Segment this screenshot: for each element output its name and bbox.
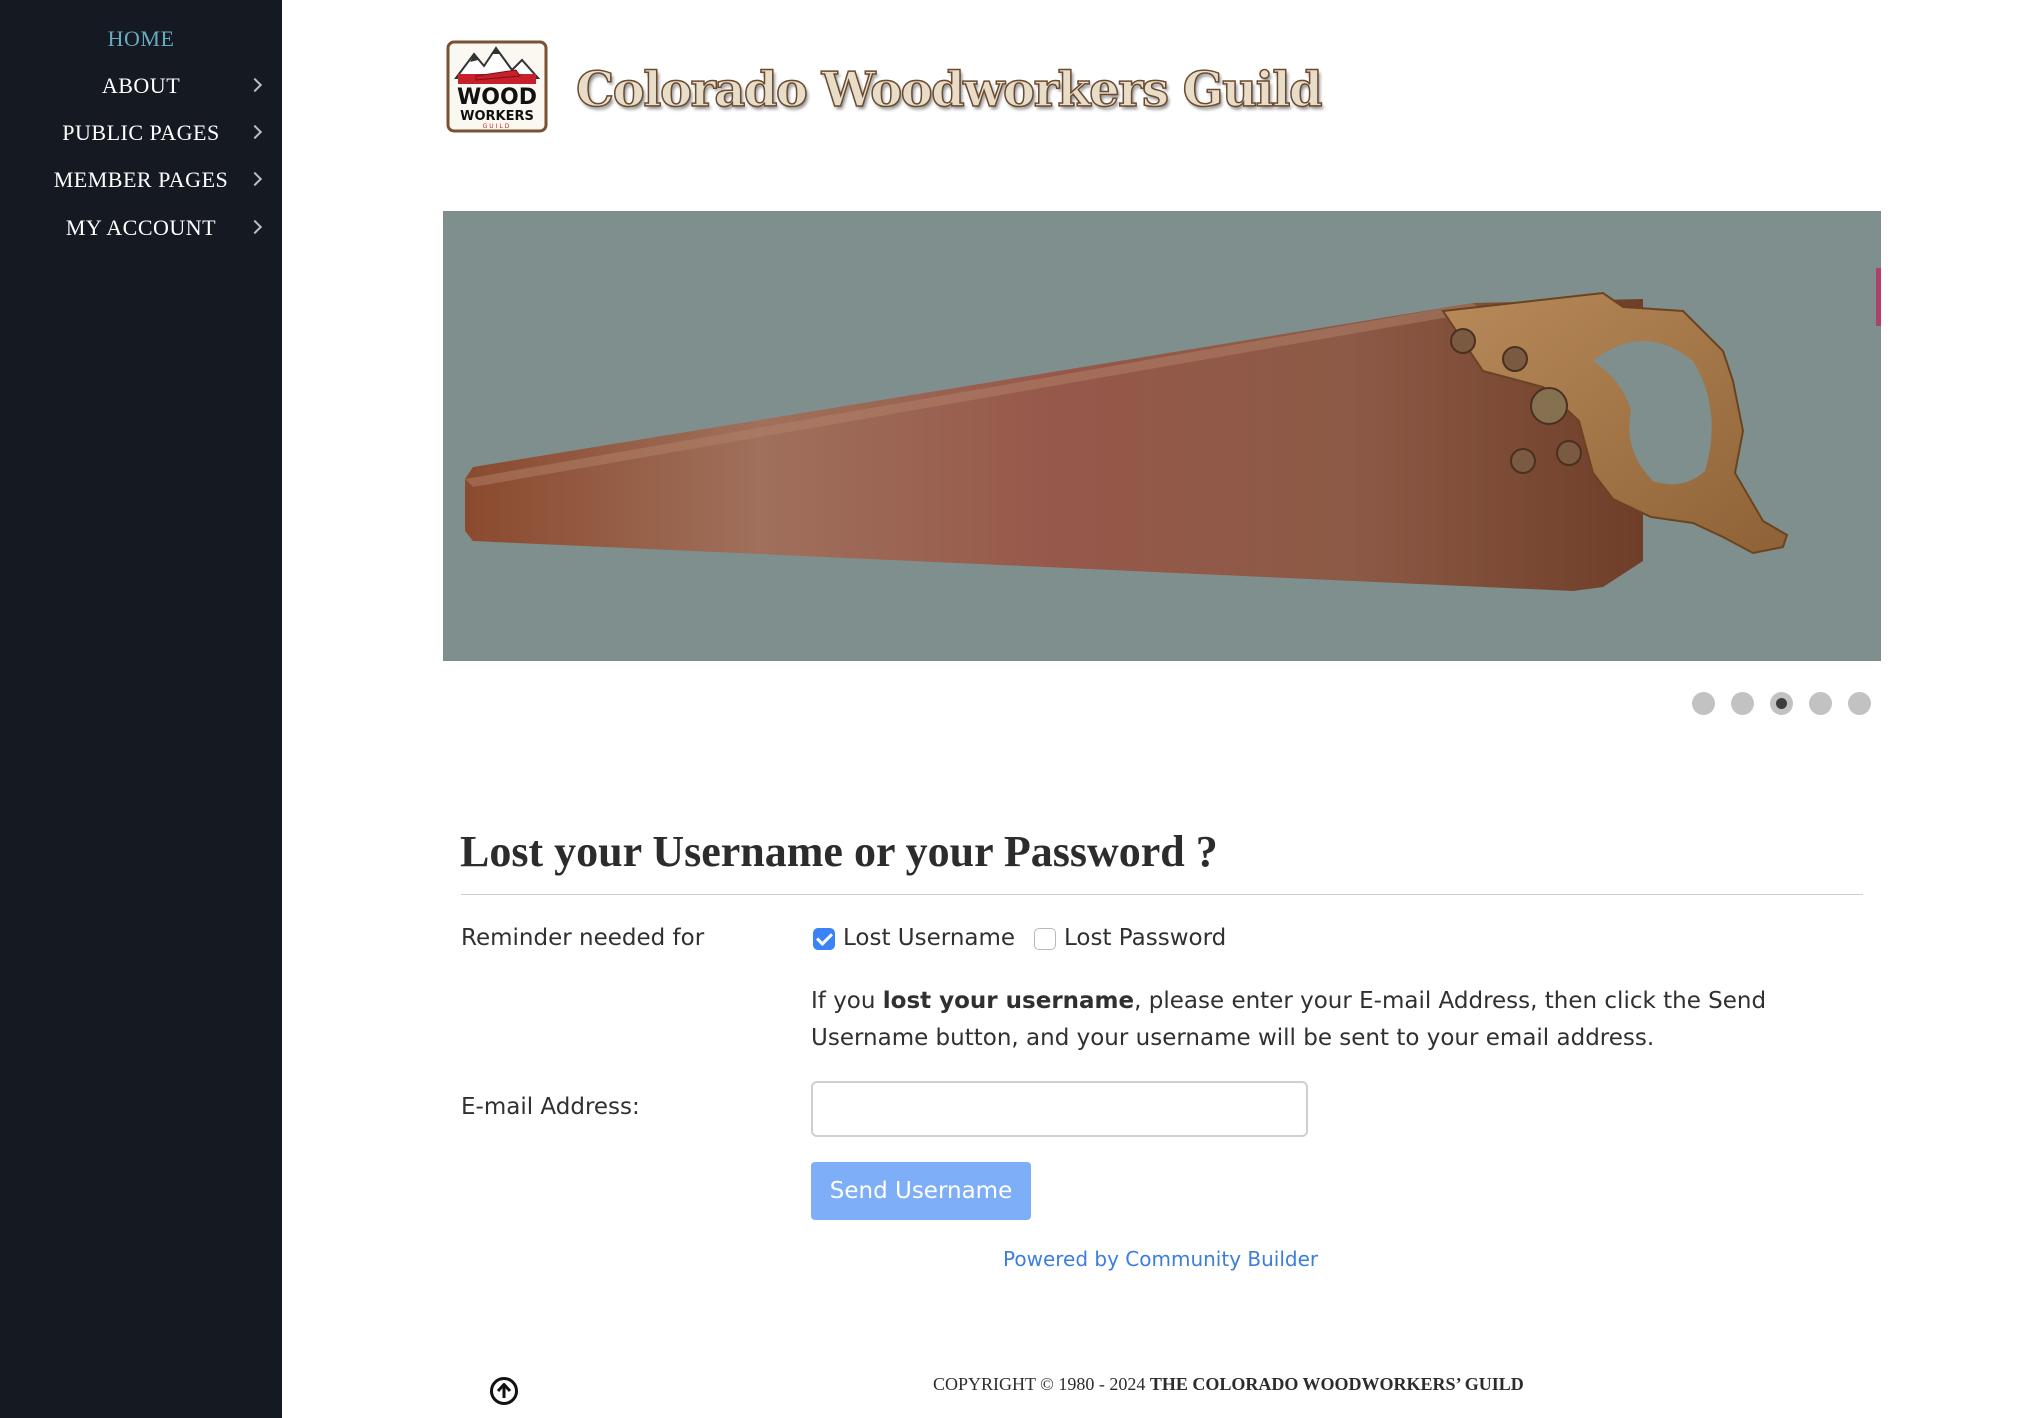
copyright-prefix: COPYRIGHT © 1980 - 2024 (933, 1374, 1150, 1394)
slider-dot-1[interactable] (1692, 692, 1715, 715)
chevron-right-icon (247, 77, 263, 93)
email-label: E-mail Address: (461, 1094, 640, 1120)
sidebar-item-about[interactable]: ABOUT (0, 66, 282, 106)
email-field[interactable] (811, 1081, 1308, 1137)
lost-password-checkbox[interactable] (1034, 928, 1056, 950)
guild-badge-logo: WOOD WORKERS GUILD (446, 40, 548, 133)
help-text: If you lost your username, please enter … (811, 983, 1871, 1057)
sidebar-item-label: PUBLIC PAGES (62, 120, 220, 145)
lost-password-label[interactable]: Lost Password (1064, 925, 1226, 951)
copyright-org: THE COLORADO WOODWORKERS’ GUILD (1149, 1374, 1524, 1394)
slider-dot-4[interactable] (1809, 692, 1832, 715)
reminder-label: Reminder needed for (461, 925, 705, 951)
slider-edge-marker (1876, 268, 1881, 326)
sidebar-item-label: MEMBER PAGES (53, 167, 229, 192)
sidebar-item-label: HOME (107, 26, 175, 51)
slider-dot-2[interactable] (1731, 692, 1754, 715)
sidebar-item-label: MY ACCOUNT (65, 215, 217, 240)
arrow-up-circle-icon[interactable] (489, 1376, 519, 1406)
sidebar-item-my-account[interactable]: MY ACCOUNT (0, 208, 282, 248)
saw-image (465, 291, 1789, 591)
send-username-button[interactable]: Send Username (811, 1162, 1031, 1220)
sidebar-nav: HOME ABOUT PUBLIC PAGES MEMBER PAGES MY … (0, 0, 282, 1418)
logo-wordmark: Colorado Woodworkers Guild (575, 61, 1323, 119)
sidebar-item-home[interactable]: HOME (0, 19, 282, 59)
sidebar-item-public-pages[interactable]: PUBLIC PAGES (0, 113, 282, 153)
chevron-right-icon (247, 171, 263, 187)
powered-by-link[interactable]: Powered by Community Builder (1003, 1247, 1318, 1271)
sidebar-item-label: ABOUT (101, 73, 181, 98)
help-text-prefix: If you (811, 988, 883, 1014)
svg-text:WOOD: WOOD (457, 85, 537, 110)
copyright-text: COPYRIGHT © 1980 - 2024 THE COLORADO WOO… (933, 1374, 1524, 1395)
hero-slider (443, 211, 1881, 661)
sidebar-item-member-pages[interactable]: MEMBER PAGES (0, 160, 282, 200)
svg-text:WORKERS: WORKERS (460, 109, 534, 124)
lost-username-label[interactable]: Lost Username (843, 925, 1015, 951)
help-text-emphasis: lost your username (882, 988, 1135, 1014)
slider-dot-3[interactable] (1770, 692, 1793, 715)
chevron-right-icon (247, 124, 263, 140)
slider-dot-5[interactable] (1848, 692, 1871, 715)
site-logo[interactable]: WOOD WORKERS GUILD Colorado Woodworkers … (446, 36, 1323, 136)
chevron-right-icon (247, 219, 263, 235)
title-divider (461, 894, 1863, 895)
page-title: Lost your Username or your Password ? (460, 827, 1218, 876)
svg-text:GUILD: GUILD (483, 123, 512, 130)
lost-username-checkbox[interactable] (813, 928, 835, 950)
